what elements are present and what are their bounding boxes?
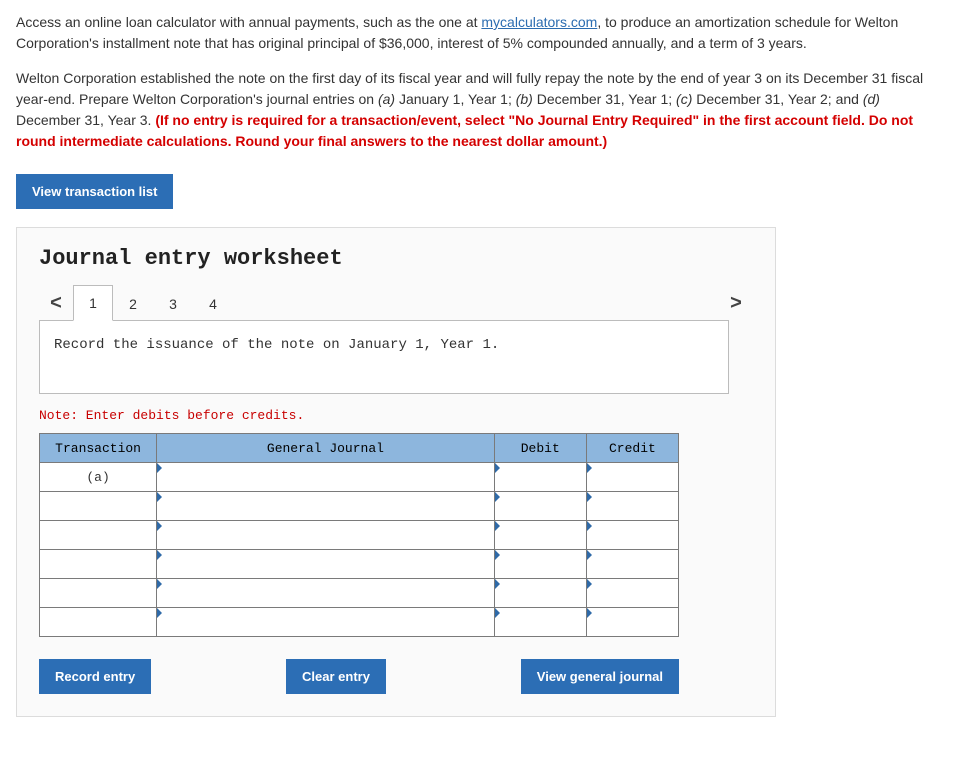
journal-entry-table: Transaction General Journal Debit Credit… xyxy=(39,433,679,637)
instructions-paragraph-2: Welton Corporation established the note … xyxy=(16,68,945,152)
table-row xyxy=(40,492,679,521)
part-b-label: (b) xyxy=(516,91,533,107)
prev-entry-arrow[interactable]: < xyxy=(39,285,73,321)
table-row: (a) xyxy=(40,463,679,492)
debit-cell[interactable] xyxy=(494,550,586,579)
intro-text: Access an online loan calculator with an… xyxy=(16,14,481,30)
credit-cell[interactable] xyxy=(586,579,678,608)
debit-cell[interactable] xyxy=(494,521,586,550)
account-cell[interactable] xyxy=(157,608,495,637)
tab-1[interactable]: 1 xyxy=(73,285,113,321)
table-row xyxy=(40,579,679,608)
tab-2[interactable]: 2 xyxy=(113,287,153,321)
worksheet-tabs: < 1 2 3 4 > xyxy=(39,285,753,321)
debit-cell[interactable] xyxy=(494,579,586,608)
chevron-right-icon: > xyxy=(730,292,742,315)
col-header-transaction: Transaction xyxy=(40,434,157,463)
txn-cell xyxy=(40,492,157,521)
txn-cell xyxy=(40,521,157,550)
credit-cell[interactable] xyxy=(586,521,678,550)
account-cell[interactable] xyxy=(157,579,495,608)
debit-cell[interactable] xyxy=(494,463,586,492)
part-a-label: (a) xyxy=(378,91,395,107)
part-d-label: (d) xyxy=(863,91,880,107)
view-general-journal-button[interactable]: View general journal xyxy=(521,659,679,694)
credit-cell[interactable] xyxy=(586,463,678,492)
instructions-paragraph-1: Access an online loan calculator with an… xyxy=(16,12,945,54)
table-row xyxy=(40,608,679,637)
debit-cell[interactable] xyxy=(494,492,586,521)
next-entry-arrow[interactable]: > xyxy=(719,285,753,321)
debits-before-credits-note: Note: Enter debits before credits. xyxy=(39,408,753,423)
tab-3[interactable]: 3 xyxy=(153,287,193,321)
account-cell[interactable] xyxy=(157,492,495,521)
txn-cell xyxy=(40,550,157,579)
credit-cell[interactable] xyxy=(586,608,678,637)
table-row xyxy=(40,550,679,579)
clear-entry-button[interactable]: Clear entry xyxy=(286,659,386,694)
calculator-link[interactable]: mycalculators.com xyxy=(481,14,597,30)
account-cell[interactable] xyxy=(157,550,495,579)
account-cell[interactable] xyxy=(157,521,495,550)
col-header-general-journal: General Journal xyxy=(157,434,495,463)
txn-cell: (a) xyxy=(40,463,157,492)
account-cell[interactable] xyxy=(157,463,495,492)
part-c-label: (c) xyxy=(676,91,692,107)
txn-cell xyxy=(40,579,157,608)
debit-cell[interactable] xyxy=(494,608,586,637)
tab-4[interactable]: 4 xyxy=(193,287,233,321)
txn-cell xyxy=(40,608,157,637)
col-header-credit: Credit xyxy=(586,434,678,463)
table-row xyxy=(40,521,679,550)
credit-cell[interactable] xyxy=(586,492,678,521)
chevron-left-icon: < xyxy=(50,292,62,315)
credit-cell[interactable] xyxy=(586,550,678,579)
worksheet-button-row: Record entry Clear entry View general jo… xyxy=(39,659,679,694)
entry-instruction-box: Record the issuance of the note on Janua… xyxy=(39,320,729,394)
col-header-debit: Debit xyxy=(494,434,586,463)
record-entry-button[interactable]: Record entry xyxy=(39,659,151,694)
view-transaction-list-button[interactable]: View transaction list xyxy=(16,174,173,209)
journal-worksheet-panel: Journal entry worksheet < 1 2 3 4 > Reco… xyxy=(16,227,776,717)
worksheet-title: Journal entry worksheet xyxy=(39,246,753,271)
